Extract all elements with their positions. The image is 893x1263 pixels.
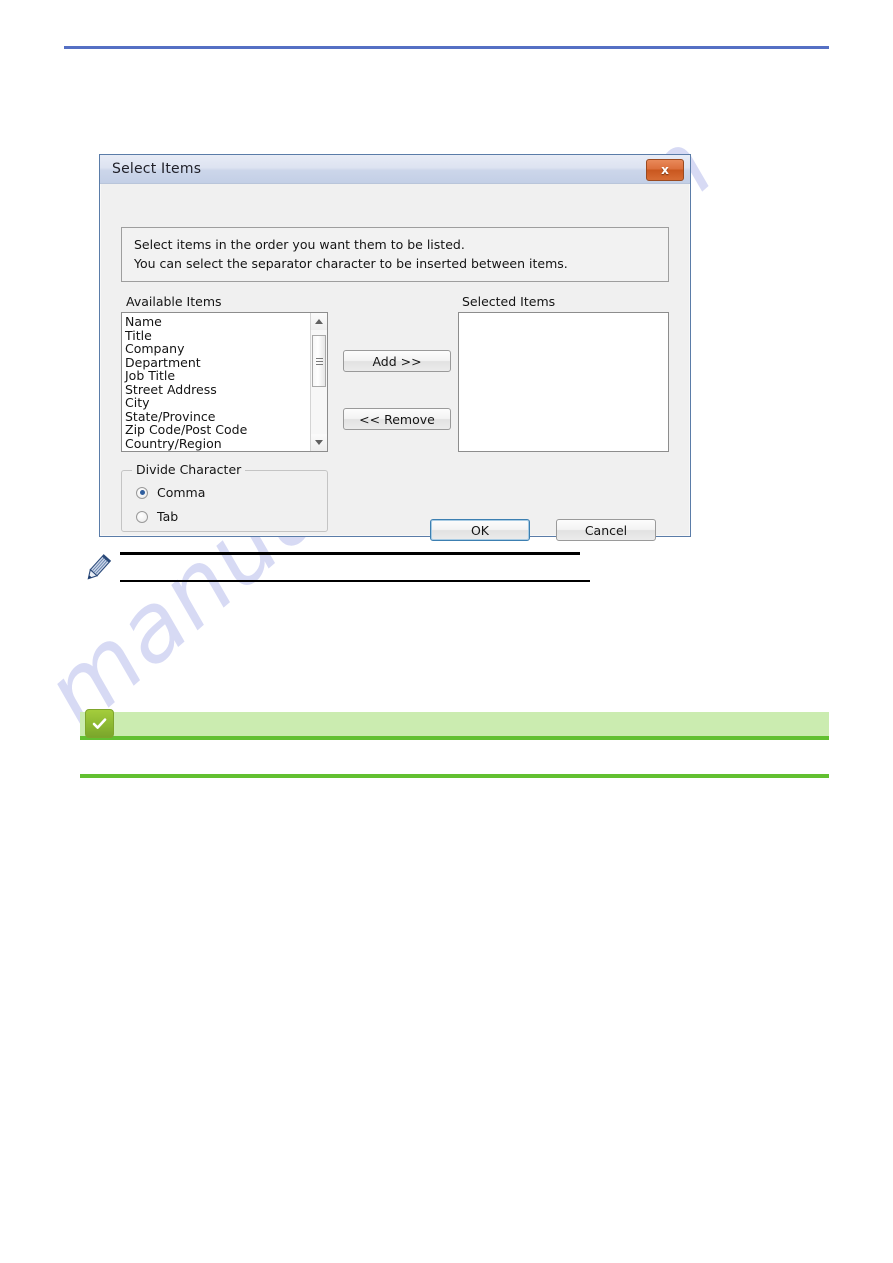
list-item[interactable]: Zip Code/Post Code <box>125 423 310 437</box>
instruction-line-2: You can select the separator character t… <box>134 256 568 271</box>
list-item[interactable]: Company <box>125 342 310 356</box>
divide-character-group: Divide Character Comma Tab <box>121 462 328 532</box>
available-items-scrollbar[interactable] <box>310 313 327 451</box>
list-item[interactable]: Name <box>125 315 310 329</box>
check-badge-icon <box>85 709 114 738</box>
dialog-titlebar: Select Items x <box>100 155 690 184</box>
note-redacted-rule <box>120 580 590 582</box>
dialog-title: Select Items <box>112 161 202 177</box>
note-redacted-rule <box>120 552 580 555</box>
list-item[interactable]: State/Province <box>125 409 310 424</box>
available-items-list: Name Title Company Department Job Title Stree… <box>122 313 310 450</box>
divide-character-legend: Divide Character <box>132 462 246 477</box>
radio-tab-label: Tab <box>157 509 179 524</box>
selected-items-list <box>459 313 668 315</box>
tip-banner <box>80 712 829 736</box>
instructions-panel: Select items in the order you want them … <box>121 227 669 282</box>
radio-tab-icon <box>136 510 148 523</box>
cancel-button[interactable]: Cancel <box>556 519 656 541</box>
ok-button[interactable]: OK <box>430 519 530 541</box>
radio-tab[interactable]: Tab <box>136 509 178 524</box>
remove-button[interactable]: << Remove <box>343 408 451 430</box>
add-button[interactable]: Add >> <box>343 350 451 372</box>
pencil-icon <box>80 552 114 586</box>
available-items-listbox[interactable]: Name Title Company Department Job Title Stree… <box>121 312 328 452</box>
select-items-dialog: Select Items x Select items in the order… <box>99 154 691 541</box>
available-items-label: Available Items <box>126 294 222 309</box>
scroll-up-icon[interactable] <box>311 313 327 330</box>
tip-rule-bottom <box>80 774 829 778</box>
scroll-down-icon[interactable] <box>311 434 327 451</box>
close-icon[interactable]: x <box>646 159 684 181</box>
list-item[interactable]: Title <box>125 328 310 343</box>
radio-comma-icon <box>136 486 148 499</box>
list-item[interactable]: Job Title <box>125 369 310 383</box>
scrollbar-grip-line <box>316 358 323 359</box>
scrollbar-grip-line <box>316 364 323 365</box>
header-rule <box>64 46 829 49</box>
list-item[interactable]: Street Address <box>125 382 310 397</box>
dialog-body: Select items in the order you want them … <box>100 184 690 541</box>
radio-comma-label: Comma <box>157 485 206 500</box>
list-item[interactable]: Country/Region <box>125 436 310 451</box>
selected-items-label: Selected Items <box>462 294 556 309</box>
list-item[interactable]: City <box>125 396 310 410</box>
radio-comma[interactable]: Comma <box>136 485 205 500</box>
instruction-line-1: Select items in the order you want them … <box>134 237 465 252</box>
scrollbar-thumb[interactable] <box>312 335 326 387</box>
scrollbar-grip-line <box>316 361 323 362</box>
tip-rule-top <box>80 736 829 740</box>
list-item[interactable]: Department <box>125 355 310 370</box>
selected-items-listbox[interactable] <box>458 312 669 452</box>
